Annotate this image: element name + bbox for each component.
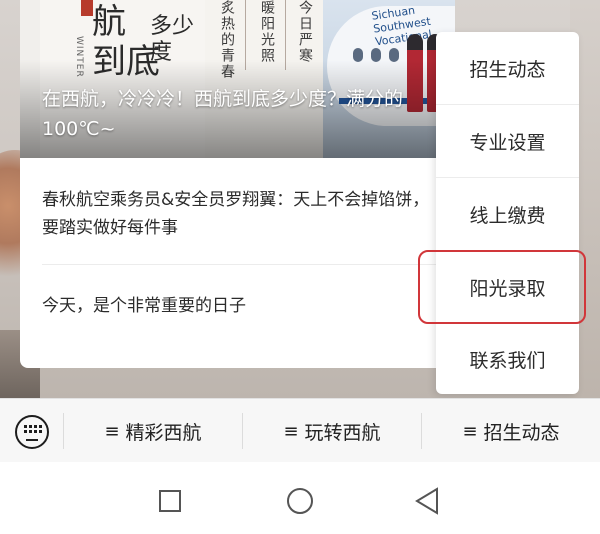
tab-label: 精彩西航 — [125, 421, 202, 444]
banner-title[interactable]: 在西航，冷冷冷！西航到底多少度？满分的100℃~ — [42, 84, 442, 144]
article-banner[interactable]: WINTER 航 到底 多少度 炙热的青春 暖阳光照 今日严寒 Sichuan … — [20, 0, 455, 158]
poem-line: 暖阳光照 — [259, 0, 275, 64]
tab-explore[interactable]: ≡ 玩转西航 — [243, 399, 421, 463]
dropdown-menu: 招生动态 专业设置 线上缴费 阳光录取 联系我们 — [436, 32, 579, 394]
menu-item-enrollment-news[interactable]: 招生动态 — [436, 32, 579, 104]
tab-highlights[interactable]: ≡ 精彩西航 — [64, 399, 242, 463]
poem-line: 今日严寒 — [297, 0, 313, 64]
article-list-item[interactable]: 春秋航空乘务员&安全员罗翔翼：天上不会掉馅饼，要踏实做好每件事 — [42, 186, 442, 242]
menu-icon: ≡ — [462, 420, 478, 442]
tab-enrollment[interactable]: ≡ 招生动态 — [422, 399, 600, 463]
tab-label: 玩转西航 — [304, 421, 381, 444]
menu-icon: ≡ — [283, 420, 299, 442]
keyboard-icon[interactable] — [15, 415, 49, 449]
tab-label: 招生动态 — [483, 421, 560, 444]
menu-item-majors[interactable]: 专业设置 — [436, 105, 579, 177]
menu-item-online-payment[interactable]: 线上缴费 — [436, 178, 579, 250]
square-icon[interactable] — [159, 490, 181, 512]
menu-item-admission[interactable]: 阳光录取 — [436, 251, 579, 323]
bottom-tab-bar: ≡ 精彩西航 ≡ 玩转西航 ≡ 招生动态 — [0, 398, 600, 463]
triangle-back-icon[interactable] — [413, 486, 441, 516]
circle-icon[interactable] — [287, 488, 313, 514]
article-card: WINTER 航 到底 多少度 炙热的青春 暖阳光照 今日严寒 Sichuan … — [20, 0, 455, 368]
menu-item-contact-us[interactable]: 联系我们 — [436, 324, 579, 394]
menu-icon: ≡ — [104, 420, 120, 442]
article-list-item[interactable]: 今天，是个非常重要的日子 — [42, 292, 442, 320]
system-navigation-bar — [0, 462, 600, 534]
list-divider — [42, 264, 455, 265]
